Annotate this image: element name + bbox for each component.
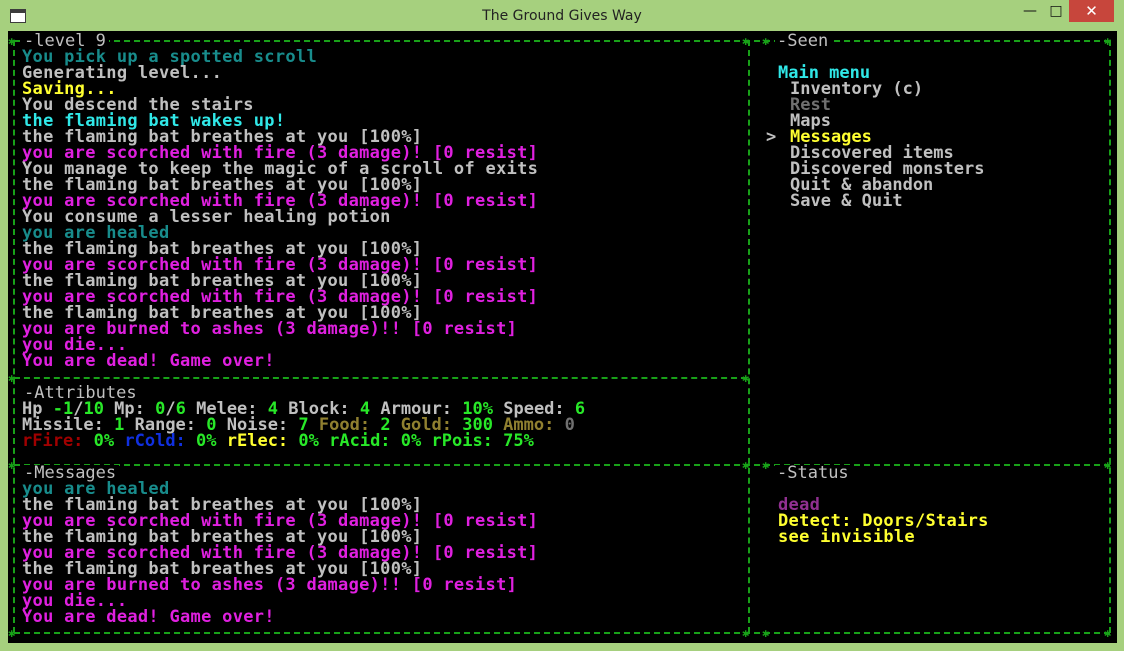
attribute-segment: rFire: [22, 431, 94, 451]
status-panel-title: -Status [775, 465, 852, 482]
message-line: You are dead! Game over! [22, 607, 275, 627]
border-corner-icon: ✱ [1104, 458, 1112, 472]
attribute-segment: 0 [564, 415, 575, 435]
border-corner-icon: ✱ [762, 458, 770, 472]
attribute-segment: 75% [503, 431, 534, 451]
border-bottom [14, 632, 1110, 634]
border-divider [748, 40, 750, 633]
game-window: The Ground Gives Way — □ ✕ ✱ ✱ ✱ ✱ ✱ ✱ ✱… [0, 0, 1124, 651]
attribute-segment: rPois: [421, 431, 504, 451]
messages-log: you are healed the flaming bat breathes a… [22, 481, 538, 627]
status-line: see invisible [778, 527, 915, 547]
game-log: You pick up a spotted scroll Generating l… [22, 49, 538, 371]
close-button[interactable]: ✕ [1069, 0, 1114, 22]
border-top [14, 40, 1110, 42]
border-corner-icon: ✱ [762, 626, 770, 640]
border-corner-icon: ✱ [8, 34, 16, 48]
title-bar: The Ground Gives Way — □ ✕ [0, 0, 1124, 32]
attribute-segment: rAcid: [318, 431, 401, 451]
border-corner-icon: ✱ [1104, 626, 1112, 640]
border-mid [14, 464, 1110, 466]
border-corner-icon: ✱ [742, 371, 750, 385]
attributes-list: Hp -1/10 Mp: 0/6 Melee: 4 Block: 4 Armou… [22, 399, 586, 451]
attribute-row: rFire: 0% rCold: 0% rElec: 0% rAcid: 0% … [22, 431, 585, 451]
status-list: dead Detect: Doors/Stairs see invisible [778, 497, 989, 547]
attribute-segment: 0% [93, 431, 115, 451]
border-corner-icon: ✱ [742, 458, 750, 472]
attribute-segment: rElec: [216, 431, 299, 451]
border-corner-icon: ✱ [8, 458, 16, 472]
minimize-button[interactable]: — [1018, 0, 1042, 22]
attribute-segment: 0% [196, 431, 217, 451]
seen-panel-title: -Seen [775, 33, 832, 50]
border-right [1109, 40, 1111, 633]
attribute-segment: 6 [574, 399, 586, 419]
maximize-button[interactable]: □ [1044, 0, 1068, 22]
border-corner-icon: ✱ [8, 371, 16, 385]
attribute-segment: 0% [400, 431, 422, 451]
game-console: ✱ ✱ ✱ ✱ ✱ ✱ ✱ ✱ ✱ ✱ ✱ ✱ ✱ ✱ -level 9 You… [8, 31, 1117, 643]
border-corner-icon: ✱ [762, 34, 770, 48]
window-title: The Ground Gives Way [482, 8, 642, 24]
border-corner-icon: ✱ [1104, 34, 1112, 48]
attribute-segment: 0% [298, 431, 319, 451]
log-line: You are dead! Game over! [22, 351, 275, 371]
attribute-segment: rCold: [114, 431, 197, 451]
border-corner-icon: ✱ [742, 34, 750, 48]
border-corner-icon: ✱ [8, 626, 16, 640]
border-corner-icon: ✱ [742, 626, 750, 640]
menu-cursor-icon: > [766, 127, 777, 147]
menu-item-save-quit[interactable]: Save & Quit [790, 193, 903, 210]
border-log-attributes [14, 377, 747, 379]
border-left [13, 40, 15, 633]
